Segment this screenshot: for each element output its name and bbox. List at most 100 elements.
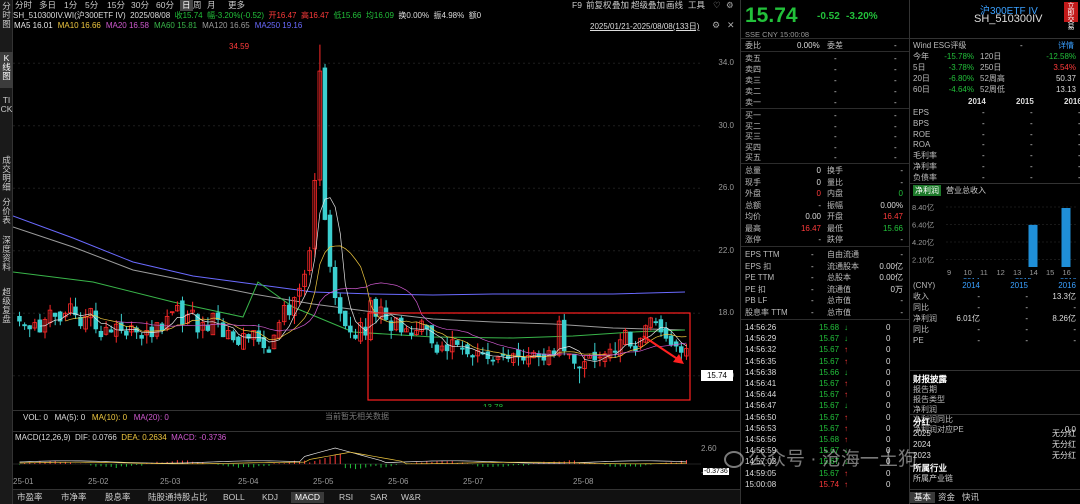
summary-row: 收入 - - 13.3亿 (910, 291, 1080, 302)
period-5[interactable]: 30分 (131, 0, 149, 11)
candle-body (653, 321, 659, 324)
period-10[interactable]: 更多 (228, 0, 245, 11)
summary-value: - (977, 325, 980, 334)
summary-value: - (1025, 303, 1028, 312)
indicator-tab[interactable]: 陆股通持股占比 (144, 492, 212, 503)
tab-net-profit[interactable]: 净利润 (913, 185, 941, 196)
period-7[interactable]: 日 (180, 0, 193, 11)
stat-value: 0 (816, 166, 821, 175)
candle-body (287, 304, 292, 316)
ratio-value: - (1030, 162, 1033, 171)
nav-0[interactable]: 分时图 (0, 0, 13, 36)
date-tick: 25-07 (463, 477, 484, 486)
left-view-switcher: 分时图 K线图 TICK 成交明细 分价表深度资料 超级复盘 (0, 0, 13, 504)
indicator-tab[interactable]: SAR (366, 492, 391, 503)
tool-2[interactable]: 叠加 (612, 0, 629, 11)
fund-row: EPS 扣 - 流通股本 0.00亿 (741, 261, 909, 272)
tab-revenue[interactable]: 营业总收入 (946, 185, 986, 196)
high-price-label: 34.59 (229, 42, 250, 51)
finance-tab[interactable]: 基本 (910, 492, 936, 503)
indicator-tab[interactable]: W&R (397, 492, 425, 503)
bar-x-tick: 12 (997, 268, 1005, 277)
tick-row: 14:56:47 15.67 ↓ 0 (741, 400, 909, 411)
tool-4[interactable]: 画线 (666, 0, 683, 11)
ma-legend-item: MA250 19.16 (254, 21, 303, 30)
gear-icon[interactable]: ⚙ (726, 0, 734, 11)
return-row: 5日 -3.78% 250日 3.54% (910, 62, 1080, 73)
period-9[interactable]: 月 (207, 0, 216, 11)
period-1[interactable]: 多日 (39, 0, 56, 11)
macd-chart (13, 447, 701, 470)
dividend-value: 无分红 (1052, 429, 1076, 438)
book-row: 卖三 - - (741, 75, 909, 86)
ratio-row: EPS--- (910, 107, 1080, 118)
summary-value: - (977, 336, 980, 345)
finance-tab[interactable]: 资金 (934, 492, 959, 503)
book-volume: - (894, 54, 897, 63)
chart-settings-icon[interactable]: ⚙ (712, 20, 722, 30)
tick-price: 15.67 (819, 356, 840, 366)
indicator-tab[interactable]: 市净率 (57, 492, 91, 503)
indicator-tab[interactable]: 市盈率 (13, 492, 47, 503)
up-arrow-icon: ↑ (844, 423, 848, 433)
tool-3[interactable]: 超级叠加 (631, 0, 665, 11)
date-tick: 25-02 (88, 477, 109, 486)
period-2[interactable]: 1分 (64, 0, 77, 11)
esg-detail-link[interactable]: 详情 (1058, 40, 1074, 51)
year-header: 2015 (1016, 97, 1034, 106)
bar-year-label: 2015 (1015, 276, 1032, 279)
book-price: - (834, 142, 837, 152)
nav-5[interactable]: 深度资料 (0, 234, 13, 286)
indicator-tab[interactable]: 股息率 (101, 492, 135, 503)
industry-chain: 所属产业链 (913, 474, 953, 483)
indicator-tab[interactable]: RSI (335, 492, 357, 503)
period-6[interactable]: 60分 (156, 0, 174, 11)
nav-2[interactable]: TICK (0, 94, 13, 137)
ratio-label: EPS (913, 108, 930, 117)
ma-legend-item: MA120 16.65 (202, 21, 250, 30)
tool-1[interactable]: 前复权 (586, 0, 612, 11)
nav-4[interactable]: 分价表 (0, 196, 13, 232)
period-8[interactable]: 周 (193, 0, 202, 11)
book-price: - (834, 111, 837, 120)
heart-icon[interactable]: ♡ (713, 0, 721, 11)
dividend-title: 分红 (913, 417, 931, 427)
nav-3[interactable]: 成交明细 (0, 154, 13, 202)
indicator-tab[interactable]: BOLL (219, 492, 249, 503)
book-row: 卖一 - - (741, 97, 909, 108)
volume-pane: VOL: 0 MA(5): 0 MA(10): 0 MA(20): 0 当前暂无… (13, 410, 740, 430)
period-3[interactable]: 5分 (85, 0, 98, 11)
price-tick: 26.0 (718, 183, 734, 193)
instrument-code: SH_510300IV (974, 13, 1043, 25)
fund-value: 0.00亿 (879, 273, 903, 282)
summary-value: - (1025, 314, 1028, 323)
ratio-value: - (1030, 172, 1033, 182)
period-4[interactable]: 15分 (107, 0, 125, 11)
price-tick: 34.0 (718, 58, 734, 68)
indicator-tab[interactable]: KDJ (258, 492, 282, 503)
tick-row: 14:56:44 15.67 ↑ 0 (741, 389, 909, 400)
candle-body (139, 335, 144, 339)
trade-now-badge[interactable]: 立即交易 (1064, 2, 1078, 31)
tool-0[interactable]: F9 (572, 0, 582, 11)
chart-close-icon[interactable]: ✕ (727, 20, 737, 30)
candle-body (373, 298, 379, 317)
nav-6[interactable]: 超级复盘 (0, 286, 13, 328)
candle-body (561, 319, 567, 352)
tick-time: 14:56:50 (745, 412, 777, 422)
nav-1[interactable]: K线图 (0, 52, 13, 88)
candle-body (429, 325, 435, 344)
tick-volume: 0 (886, 423, 891, 433)
summary-value: - (1025, 292, 1028, 301)
up-arrow-icon: ↑ (844, 479, 848, 489)
return-label: 52周高 (980, 74, 1005, 83)
legend-date: 2025/08/08 (130, 11, 171, 20)
stat-label: 开盘 (827, 212, 843, 221)
indicator-tab[interactable]: MACD (291, 492, 325, 503)
period-0[interactable]: 分时 (15, 0, 32, 11)
tool-5[interactable]: 工具 (688, 0, 705, 11)
finance-tab[interactable]: 快讯 (958, 492, 983, 503)
candle-body (460, 347, 465, 350)
candle-body (98, 330, 104, 338)
candlestick-chart[interactable]: 34.59 13.78 (13, 32, 701, 407)
